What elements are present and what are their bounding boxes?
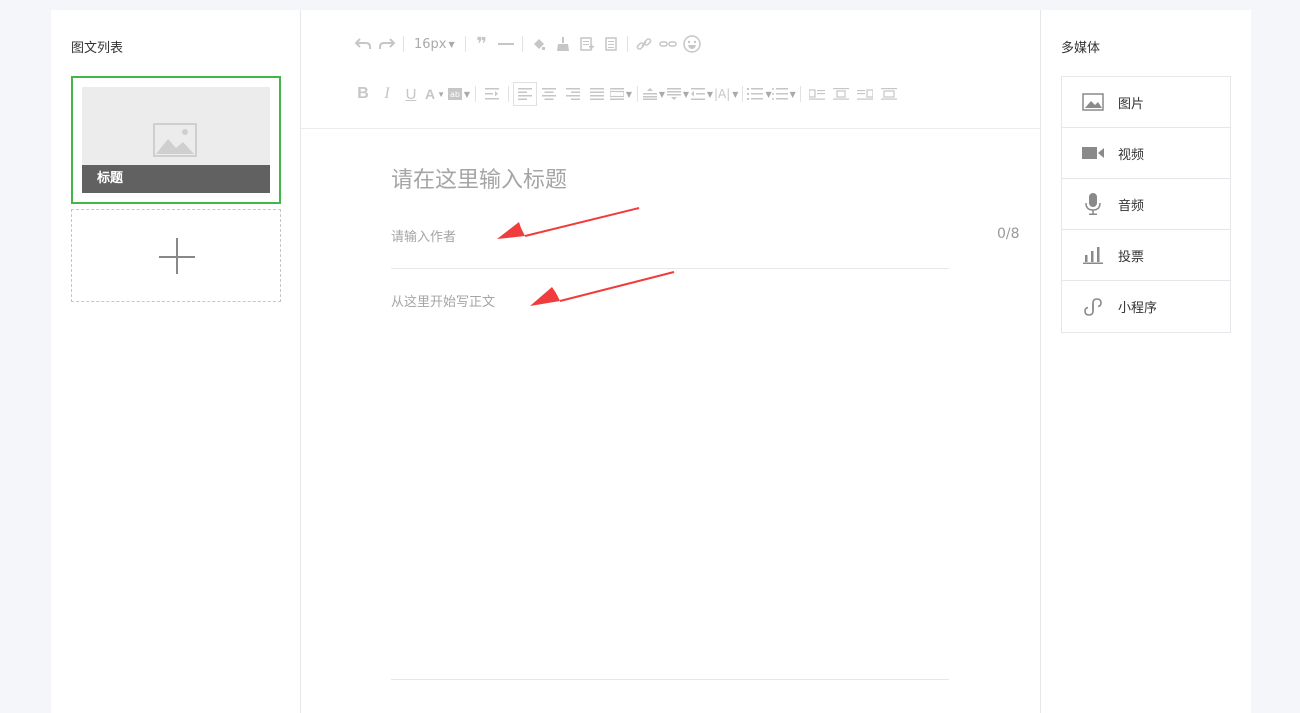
- author-input[interactable]: 请输入作者: [391, 226, 456, 245]
- paragraph-spacing-top-icon[interactable]: ▼: [642, 82, 666, 106]
- poll-icon: [1082, 244, 1104, 266]
- image-inline-icon[interactable]: [829, 82, 853, 106]
- media-item-image[interactable]: 图片: [1062, 77, 1230, 128]
- horizontal-rule-icon[interactable]: [494, 32, 518, 56]
- annotation-arrow-icon: [497, 207, 640, 239]
- title-input[interactable]: 请在这里输入标题: [391, 162, 567, 194]
- indent-icon[interactable]: [480, 82, 504, 106]
- chevron-down-icon: ▼: [448, 39, 455, 49]
- editor-panel: 16px ▼ ❞ B I U A ▼ ab ▼ ▼ ▼ ▼ ▼ |A| ▼ ▼ …: [301, 10, 1041, 713]
- article-card-title: 标题: [82, 165, 270, 193]
- image-center-icon[interactable]: [877, 82, 901, 106]
- clear-format-icon[interactable]: [551, 32, 575, 56]
- letter-spacing-icon[interactable]: |A| ▼: [714, 82, 738, 106]
- video-icon: [1082, 142, 1104, 164]
- align-right-icon[interactable]: [561, 82, 585, 106]
- image-icon: [1082, 91, 1104, 113]
- article-card-selected[interactable]: 标题: [71, 76, 281, 204]
- svg-text:ab: ab: [450, 90, 460, 99]
- align-left-icon[interactable]: [513, 82, 537, 106]
- media-item-label: 音频: [1118, 198, 1145, 214]
- media-item-mini-program[interactable]: 小程序: [1062, 281, 1230, 332]
- redo-icon[interactable]: [375, 32, 399, 56]
- microphone-icon: [1082, 193, 1104, 215]
- unlink-icon[interactable]: [656, 32, 680, 56]
- editor-toolbar: 16px ▼ ❞ B I U A ▼ ab ▼ ▼ ▼ ▼ ▼ |A| ▼ ▼ …: [301, 10, 1040, 129]
- unordered-list-icon[interactable]: ▼: [771, 82, 796, 106]
- annotation-arrow-icon: [530, 271, 675, 306]
- undo-icon[interactable]: [351, 32, 375, 56]
- media-item-label: 图片: [1118, 96, 1145, 112]
- image-float-right-icon[interactable]: [853, 82, 877, 106]
- font-color-icon[interactable]: A ▼: [423, 82, 447, 106]
- add-article-button[interactable]: [71, 209, 281, 302]
- body-input[interactable]: 从这里开始写正文: [391, 291, 495, 310]
- article-list-panel: 图文列表 标题: [51, 10, 301, 713]
- toolbar-row-1: 16px ▼ ❞: [351, 32, 704, 56]
- media-item-video[interactable]: 视频: [1062, 128, 1230, 179]
- image-placeholder-icon: [153, 123, 197, 157]
- font-size-select[interactable]: 16px ▼: [408, 32, 461, 56]
- media-panel: 多媒体 图片 视频 音频 投票 小程序: [1041, 10, 1251, 713]
- insert-template-icon[interactable]: [575, 32, 599, 56]
- author-char-count: 0/8: [997, 226, 1020, 242]
- float-icon[interactable]: ▼: [609, 82, 633, 106]
- media-item-poll[interactable]: 投票: [1062, 230, 1230, 281]
- media-panel-title: 多媒体: [1061, 41, 1101, 56]
- editor-app: 图文列表 标题 16px ▼ ❞ B I U A ▼ ab ▼ ▼ ▼ ▼ ▼ …: [51, 10, 1251, 713]
- media-list: 图片 视频 音频 投票 小程序: [1061, 76, 1231, 333]
- font-size-value: 16px: [414, 36, 447, 52]
- divider: [391, 679, 949, 680]
- bold-icon[interactable]: B: [351, 82, 375, 106]
- document-icon[interactable]: [599, 32, 623, 56]
- paragraph-spacing-bottom-icon[interactable]: ▼: [666, 82, 690, 106]
- media-item-audio[interactable]: 音频: [1062, 179, 1230, 230]
- image-float-left-icon[interactable]: [805, 82, 829, 106]
- align-justify-icon[interactable]: [585, 82, 609, 106]
- article-list-title: 图文列表: [71, 41, 124, 56]
- format-painter-icon[interactable]: [527, 32, 551, 56]
- blockquote-icon[interactable]: ❞: [470, 32, 494, 56]
- mini-program-icon: [1082, 296, 1104, 318]
- divider: [391, 268, 949, 269]
- media-item-label: 视频: [1118, 147, 1145, 163]
- underline-icon[interactable]: U: [399, 82, 423, 106]
- ordered-list-icon[interactable]: ▼: [747, 82, 772, 106]
- background-color-icon[interactable]: ab ▼: [447, 82, 471, 106]
- italic-icon[interactable]: I: [375, 82, 399, 106]
- media-item-label: 小程序: [1118, 301, 1158, 316]
- media-item-label: 投票: [1118, 249, 1145, 265]
- align-center-icon[interactable]: [537, 82, 561, 106]
- emoji-icon[interactable]: [680, 32, 704, 56]
- toolbar-row-2: B I U A ▼ ab ▼ ▼ ▼ ▼ ▼ |A| ▼ ▼ ▼: [351, 82, 901, 106]
- link-icon[interactable]: [632, 32, 656, 56]
- line-height-icon[interactable]: ▼: [690, 82, 714, 106]
